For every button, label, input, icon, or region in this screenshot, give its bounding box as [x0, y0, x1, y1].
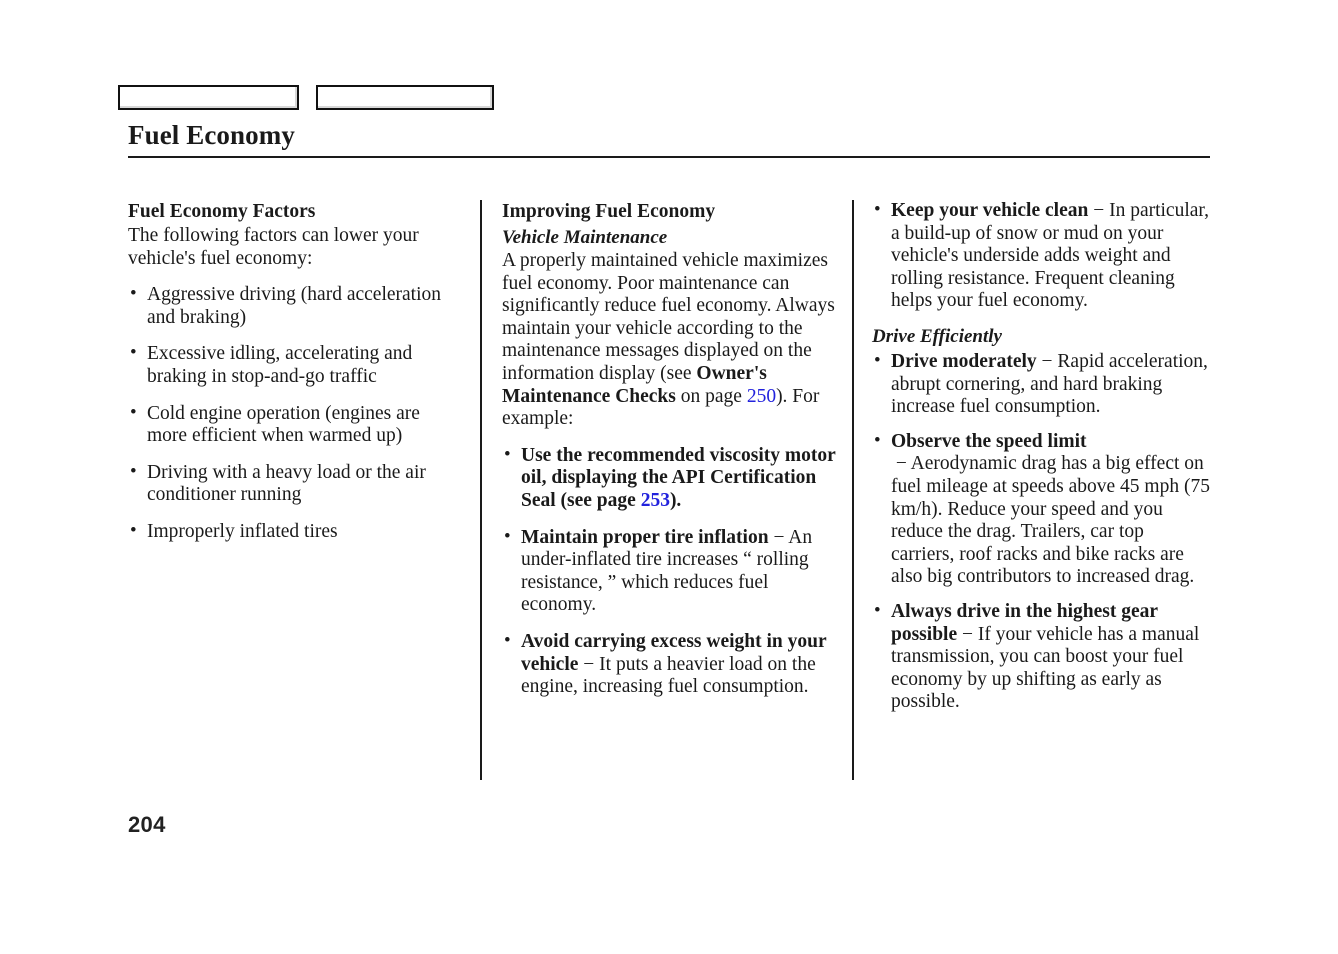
page-reference-link-250[interactable]: 250	[747, 386, 776, 407]
bullet-bold-lead: Observe the speed limit	[891, 430, 1087, 452]
vehicle-maintenance-paragraph: A properly maintained vehicle maximizes …	[502, 250, 838, 431]
list-item-highest-gear: Always drive in the highest gear possibl…	[872, 600, 1212, 714]
paragraph-text-part2: on page	[675, 385, 747, 407]
page-reference-link-253[interactable]: 253	[641, 490, 670, 511]
list-item-excess-weight: Avoid carrying excess weight in your veh…	[502, 630, 838, 699]
page-number: 204	[128, 812, 166, 837]
bullet-dash: −	[957, 623, 978, 645]
manual-page: Fuel Economy Fuel Economy Factors The fo…	[0, 0, 1338, 954]
title-divider-rule	[128, 156, 1210, 158]
paragraph-text-part1: A properly maintained vehicle maximizes …	[502, 250, 835, 384]
bullet-dash: −	[578, 653, 600, 675]
fuel-economy-factors-list: Aggressive driving (hard acceleration an…	[128, 283, 462, 544]
drive-efficiently-list: Drive moderately − Rapid acceleration, a…	[872, 350, 1212, 714]
content-columns: Fuel Economy Factors The following facto…	[128, 199, 1212, 780]
section-heading-improving-fuel-economy: Improving Fuel Economy	[502, 201, 716, 222]
header-tab-row	[118, 85, 494, 110]
column-one: Fuel Economy Factors The following facto…	[128, 200, 480, 780]
list-item-viscosity-oil: Use the recommended viscosity motor oil,…	[502, 444, 838, 513]
bullet-bold-tail: ).	[669, 489, 682, 511]
list-item-tire-inflation: Maintain proper tire inflation − An unde…	[502, 526, 838, 617]
list-item-keep-vehicle-clean: Keep your vehicle clean − In particular,…	[872, 199, 1212, 313]
list-item: Cold engine operation (engines are more …	[128, 402, 462, 448]
bullet-body-text: Aerodynamic drag has a big effect on fue…	[891, 453, 1210, 588]
list-item-observe-speed-limit: Observe the speed limit − Aerodynamic dr…	[872, 430, 1212, 589]
list-item: Improperly inflated tires	[128, 520, 462, 544]
header-tab-box-2[interactable]	[316, 85, 494, 110]
column-three: Keep your vehicle clean − In particular,…	[852, 199, 1212, 780]
bullet-dash: −	[1036, 350, 1058, 372]
vehicle-clean-list: Keep your vehicle clean − In particular,…	[872, 199, 1212, 313]
list-item: Excessive idling, accelerating and braki…	[128, 342, 462, 388]
bullet-bold-lead: Keep your vehicle clean	[891, 200, 1089, 221]
subheading-drive-efficiently: Drive Efficiently	[872, 325, 1002, 347]
intro-paragraph: The following factors can lower your veh…	[128, 225, 419, 269]
bullet-dash: −	[1088, 200, 1110, 221]
list-item-drive-moderately: Drive moderately − Rapid acceleration, a…	[872, 350, 1212, 419]
bullet-bold-lead: Maintain proper tire inflation	[521, 526, 769, 548]
list-item: Aggressive driving (hard acceleration an…	[128, 283, 462, 329]
improving-fuel-economy-list: Use the recommended viscosity motor oil,…	[502, 444, 838, 699]
bullet-dash: −	[768, 526, 789, 548]
bullet-dash: −	[891, 453, 911, 475]
list-item: Driving with a heavy load or the air con…	[128, 461, 462, 507]
page-title: Fuel Economy	[128, 120, 295, 150]
subheading-vehicle-maintenance: Vehicle Maintenance	[502, 227, 668, 248]
bullet-bold-lead: Drive moderately	[891, 350, 1037, 372]
header-tab-box-1[interactable]	[118, 85, 299, 110]
column-two: Improving Fuel Economy Vehicle Maintenan…	[480, 200, 852, 780]
section-heading-fuel-economy-factors: Fuel Economy Factors	[128, 201, 316, 222]
